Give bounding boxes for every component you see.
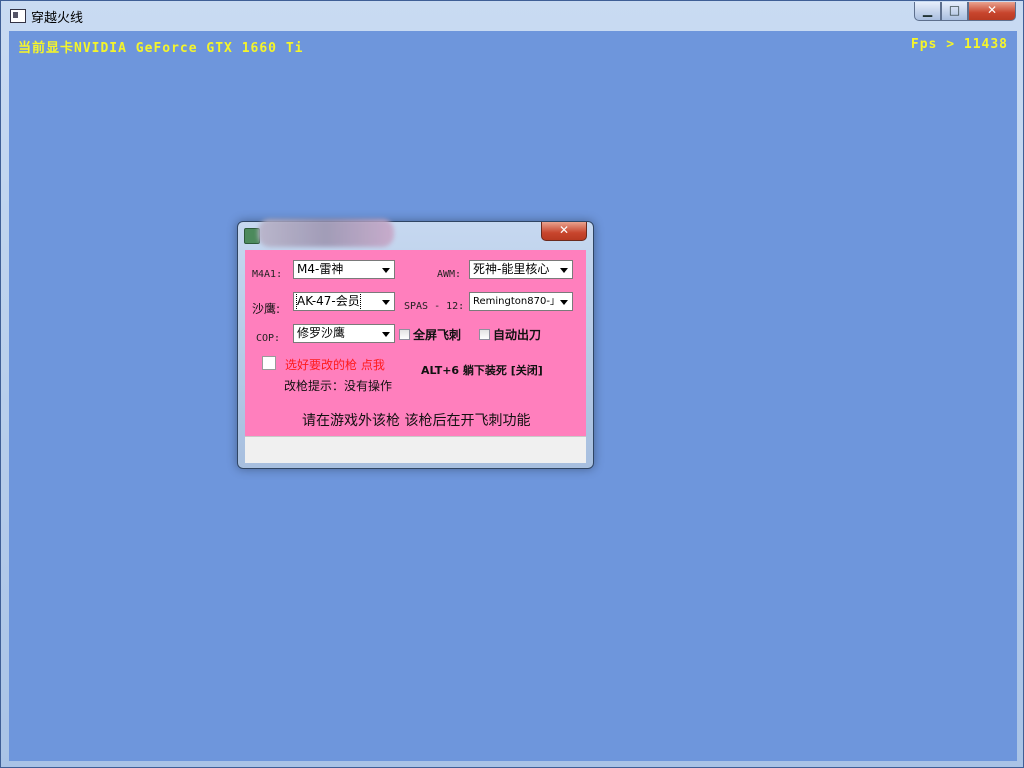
hint-label: 改枪提示：没有操作 <box>284 379 393 393</box>
close-button[interactable]: ✕ <box>968 2 1016 21</box>
m4a1-label: M4A1: <box>252 269 283 280</box>
hotkey-label[interactable]: ALT+6 躺下装死 [关闭] <box>421 362 543 378</box>
m4a1-select[interactable]: M4-雷神 <box>293 260 395 279</box>
dialog-body: M4A1: M4-雷神 AWM: 死神-能里核心 沙鹰: AK-47-会员 SP… <box>245 250 586 436</box>
awm-value: 死神-能里核心 <box>473 262 550 276</box>
deagle-select[interactable]: AK-47-会员 <box>293 292 395 311</box>
app-icon <box>10 9 26 23</box>
title-bar[interactable]: 穿越火线 ▁ □ ✕ <box>1 1 1023 31</box>
dropdown-arrow-icon <box>382 300 390 305</box>
minimize-button[interactable]: ▁ <box>914 2 941 21</box>
dialog-close-button[interactable]: ✕ <box>541 222 587 241</box>
auto-knife-label: 自动出刀 <box>493 328 542 342</box>
cop-select[interactable]: 修罗沙鹰 <box>293 324 395 343</box>
awm-label: AWM: <box>437 269 462 280</box>
deagle-label: 沙鹰: <box>252 302 281 316</box>
window-title: 穿越火线 <box>31 11 84 26</box>
dropdown-arrow-icon <box>560 268 568 273</box>
dropdown-arrow-icon <box>560 300 568 305</box>
dialog-title-redacted <box>258 219 394 247</box>
notice-label: 请在游戏外该枪 该枪后在开飞刺功能 <box>302 413 531 429</box>
fps-counter: Fps > 11438 <box>910 37 1008 52</box>
auto-knife-checkbox[interactable] <box>479 329 490 340</box>
dropdown-arrow-icon <box>382 268 390 273</box>
cop-label: COP: <box>256 333 281 344</box>
status-bar <box>245 436 586 463</box>
m4a1-value: M4-雷神 <box>297 262 344 276</box>
awm-select[interactable]: 死神-能里核心 <box>469 260 573 279</box>
spas-label: SPAS - 12: <box>404 301 465 312</box>
cheat-dialog: ✕ M4A1: M4-雷神 AWM: 死神-能里核心 沙鹰: AK-47-会员 … <box>237 219 594 469</box>
spas-select[interactable]: Remington870-」 <box>469 292 573 311</box>
maximize-button[interactable]: □ <box>941 2 968 21</box>
pick-gun-label[interactable]: 选好要改的枪 点我 <box>285 356 385 373</box>
spas-value: Remington870-」 <box>473 296 560 307</box>
fullscreen-knife-checkbox[interactable] <box>399 329 410 340</box>
gpu-info: 当前显卡NVIDIA GeForce GTX 1660 Ti <box>18 41 304 56</box>
fullscreen-knife-label: 全屏飞刺 <box>413 328 462 342</box>
pick-gun-checkbox[interactable] <box>262 356 276 370</box>
cop-value: 修罗沙鹰 <box>297 326 346 340</box>
dropdown-arrow-icon <box>382 332 390 337</box>
deagle-value: AK-47-会员 <box>296 293 361 310</box>
